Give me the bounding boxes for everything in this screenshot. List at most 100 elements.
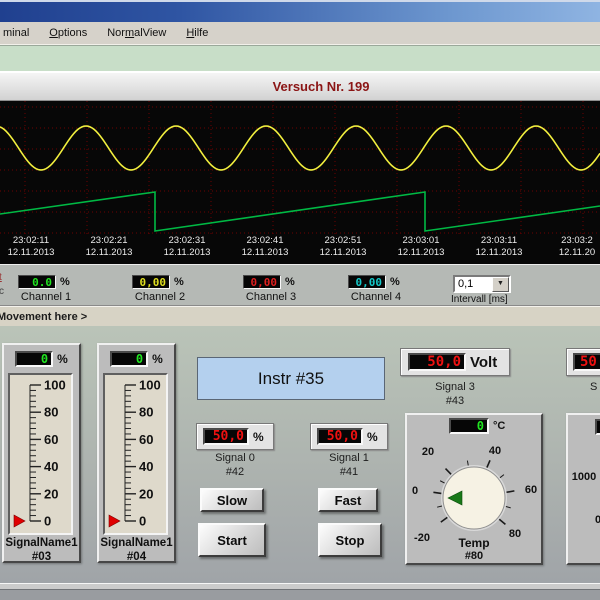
- signal3-unit: Volt: [470, 353, 498, 371]
- menu-item-hilfe[interactable]: Hilfe: [176, 24, 218, 42]
- fast-button[interactable]: Fast: [318, 488, 378, 512]
- movement-label: Movement here >: [0, 310, 88, 323]
- signal1-unit: %: [367, 429, 378, 444]
- svg-text:80: 80: [139, 405, 153, 420]
- temp-scale-20: 20: [421, 446, 435, 458]
- temp-id: #80: [464, 550, 484, 562]
- menu-item-normalview[interactable]: NormalView: [97, 24, 176, 42]
- clipped-edge-text-top: t: [0, 272, 2, 283]
- right-knob-scale-1000: 1000: [571, 471, 597, 483]
- trend-chart: 23:02:11 12.11.2013 23:02:21 12.11.2013 23:0…: [0, 101, 600, 264]
- menu-item-options[interactable]: Options: [39, 24, 97, 42]
- interval-label: Intervall [ms]: [451, 294, 508, 305]
- channel-indicator-4: 0,00% Channel 4: [344, 275, 408, 303]
- instr-35-label: Instr #35: [257, 368, 325, 388]
- right-clipped-display: 50: [566, 348, 600, 376]
- gauge-1-lcd: 0: [110, 351, 149, 367]
- right-knob-lcd: [595, 419, 600, 435]
- clipped-edge-text-bottom: c: [0, 286, 4, 297]
- signal3-lcd: 50,0: [408, 353, 466, 371]
- channel-4-label: Channel 4: [350, 291, 402, 303]
- x-axis-label: 23:02:51 12.11.2013: [319, 235, 367, 258]
- chart-title: Versuch Nr. 199: [272, 79, 370, 94]
- svg-text:100: 100: [44, 378, 66, 393]
- menu-item-minal[interactable]: minal: [0, 24, 39, 42]
- dropdown-arrow-icon[interactable]: ▼: [492, 276, 509, 292]
- channel-1-lcd: 0.0: [18, 275, 56, 289]
- channel-3-label: Channel 3: [245, 291, 297, 303]
- waveform-plot: [0, 101, 600, 237]
- signal1-lcd: 50,0: [317, 428, 363, 445]
- svg-text:20: 20: [139, 486, 153, 501]
- gauge-1-pointer[interactable]: [108, 514, 121, 528]
- status-bar: [0, 589, 600, 600]
- instr-35-indicator: Instr #35: [197, 357, 385, 400]
- slow-button[interactable]: Slow: [200, 488, 264, 512]
- gauge-signalname1-04: 0% 100 80 60 40 20 0 SignalName1 #04: [97, 343, 176, 563]
- gauge-signalname1-03: 0% 100 80 60 40 20 0 SignalName1 #03: [2, 343, 81, 563]
- signal1-value: 50,0: [326, 429, 358, 444]
- x-axis-label: 23:03:2 12.11.20: [558, 235, 596, 258]
- gauge-1-scale: 100 80 60 40 20 0: [103, 373, 168, 535]
- svg-text:0: 0: [44, 514, 51, 529]
- x-axis-label: 23:02:41 12.11.2013: [241, 235, 289, 258]
- temp-scale-60: 60: [524, 484, 538, 496]
- signal1-caption: Signal 1 #41: [329, 452, 369, 478]
- start-button[interactable]: Start: [198, 523, 266, 557]
- channel-2-label: Channel 2: [134, 291, 186, 303]
- right-knob-scale-0: 0: [594, 514, 600, 526]
- temp-lcd: 0: [449, 418, 489, 434]
- x-axis-label: 23:03:11 12.11.2013: [475, 235, 523, 258]
- signal3-caption: Signal 3 #43: [435, 381, 475, 407]
- temp-scale-0: 0: [411, 485, 419, 497]
- chart-grid: [0, 101, 600, 237]
- gauge-0-pointer[interactable]: [13, 514, 26, 528]
- x-axis-label: 23:02:11 12.11.2013: [7, 235, 55, 258]
- temp-knob-panel: 0 °C -20 0 20 40 60 80 Temp #80: [405, 413, 543, 565]
- signal0-unit: %: [253, 429, 264, 444]
- window-titlebar[interactable]: [0, 0, 600, 22]
- temp-name: Temp: [458, 536, 490, 550]
- channel-3-lcd: 0,00: [243, 275, 281, 289]
- channel-4-lcd: 0,00: [348, 275, 386, 289]
- signal0-caption: Signal 0 #42: [215, 452, 255, 478]
- svg-text:60: 60: [139, 432, 153, 447]
- x-axis-label: 23:03:01 12.11.2013: [397, 235, 445, 258]
- interval-select[interactable]: 0,1 ▼: [453, 275, 511, 293]
- chart-title-bar: Versuch Nr. 199: [0, 71, 600, 101]
- temp-scale-40: 40: [488, 445, 502, 457]
- x-axis-label: 23:02:31 12.11.2013: [163, 235, 211, 258]
- temp-value: 0: [476, 419, 484, 433]
- signal0-value: 50,0: [212, 429, 244, 444]
- gauge-1-name: SignalName1: [100, 537, 173, 549]
- signal0-display: 50,0 %: [196, 423, 274, 450]
- signal3-value: 50,0: [427, 354, 461, 370]
- svg-text:0: 0: [139, 514, 146, 529]
- channel-strip: t c 0.0% Channel 1 0,00% Channel 2 0,00% Chan…: [0, 264, 600, 306]
- svg-text:60: 60: [44, 432, 58, 447]
- channel-indicator-3: 0,00% Channel 3: [239, 275, 303, 303]
- channel-indicator-1: 0.0% Channel 1: [14, 275, 78, 303]
- chart-x-axis-labels: 23:02:11 12.11.2013 23:02:21 12.11.2013 23:0…: [0, 235, 600, 263]
- stop-button[interactable]: Stop: [318, 523, 382, 557]
- right-clipped-caption: S: [590, 381, 598, 393]
- menu-bar: minal Options NormalView Hilfe: [0, 22, 600, 45]
- temp-unit: °C: [493, 420, 506, 432]
- sine-series: [0, 125, 600, 171]
- svg-text:100: 100: [139, 378, 161, 393]
- svg-text:20: 20: [44, 486, 58, 501]
- svg-text:80: 80: [44, 405, 58, 420]
- signal0-lcd: 50,0: [203, 428, 249, 445]
- svg-text:40: 40: [44, 459, 58, 474]
- movement-strip: Movement here >: [0, 306, 600, 326]
- signal3-display: 50,0 Volt: [400, 348, 510, 376]
- svg-text:40: 40: [139, 459, 153, 474]
- channel-2-lcd: 0,00: [132, 275, 170, 289]
- signal1-display: 50,0 %: [310, 423, 388, 450]
- x-axis-label: 23:02:21 12.11.2013: [85, 235, 133, 258]
- channel-indicator-2: 0,00% Channel 2: [128, 275, 192, 303]
- workspace-top-band: [0, 45, 600, 72]
- gauge-0-lcd: 0: [15, 351, 54, 367]
- channel-1-label: Channel 1: [20, 291, 72, 303]
- gauge-0-name: SignalName1: [5, 537, 78, 549]
